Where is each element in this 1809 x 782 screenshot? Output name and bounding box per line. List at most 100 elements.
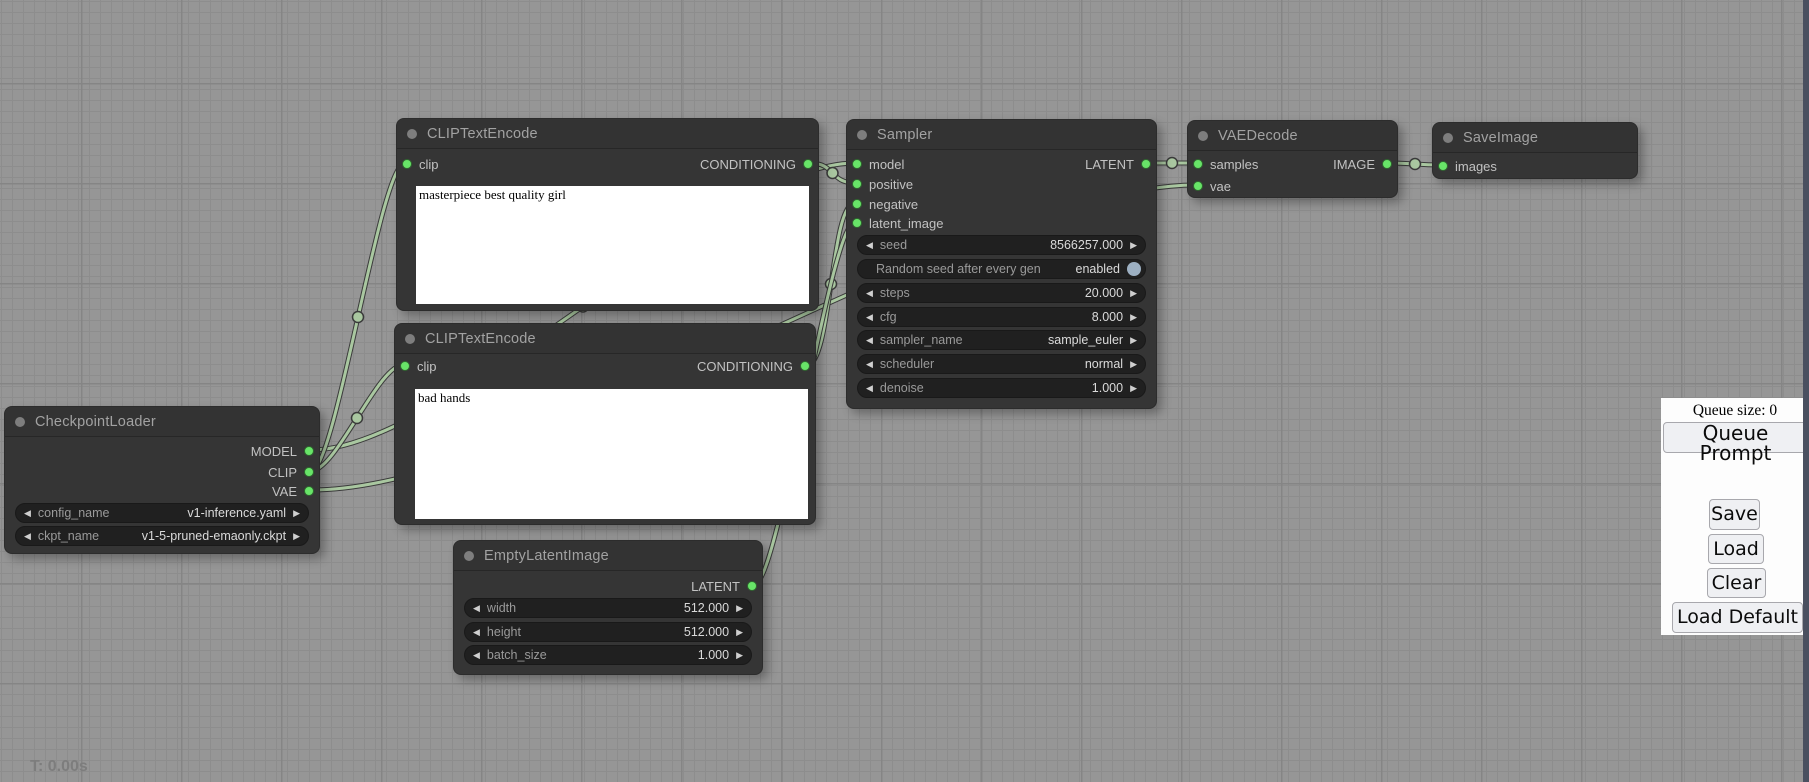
node-clip-text-encode-negative[interactable]: CLIPTextEncodeclip CONDITIONING xyxy=(394,323,816,525)
node-empty-latent-image[interactable]: EmptyLatentImage LATENT◀width512.000▶ ◀hei… xyxy=(453,540,763,675)
increment-arrow-icon[interactable]: ▶ xyxy=(293,532,300,541)
input-port-images[interactable]: images xyxy=(1438,156,1497,176)
widget-cfg[interactable]: ◀cfg8.000▶ xyxy=(857,307,1146,327)
decrement-arrow-icon[interactable]: ◀ xyxy=(24,532,31,541)
decrement-arrow-icon[interactable]: ◀ xyxy=(866,384,873,393)
node-title-bar[interactable]: EmptyLatentImage xyxy=(454,541,762,571)
decrement-arrow-icon[interactable]: ◀ xyxy=(24,509,31,518)
link-midpoint-dot[interactable] xyxy=(352,413,363,424)
widget-width[interactable]: ◀width512.000▶ xyxy=(464,598,752,618)
link-midpoint-dot[interactable] xyxy=(826,279,837,290)
input-port-samples[interactable]: samples xyxy=(1193,154,1258,174)
node-title-bar[interactable]: SaveImage xyxy=(1433,123,1637,153)
collapse-dot-icon[interactable] xyxy=(15,417,25,427)
output-port-clip[interactable]: CLIP xyxy=(268,462,314,482)
input-port-positive[interactable]: positive xyxy=(852,174,913,194)
output-port-vae[interactable]: VAE xyxy=(272,481,314,501)
decrement-arrow-icon[interactable]: ◀ xyxy=(866,336,873,345)
increment-arrow-icon[interactable]: ▶ xyxy=(1130,289,1137,298)
node-title-bar[interactable]: Sampler xyxy=(847,120,1156,150)
decrement-arrow-icon[interactable]: ◀ xyxy=(473,651,480,660)
port-dot-icon[interactable] xyxy=(402,159,412,169)
port-dot-icon[interactable] xyxy=(400,361,410,371)
widget-sampler_name[interactable]: ◀sampler_namesample_euler▶ xyxy=(857,330,1146,350)
port-dot-icon[interactable] xyxy=(852,159,862,169)
widget-scheduler[interactable]: ◀schedulernormal▶ xyxy=(857,354,1146,374)
prompt-textarea[interactable] xyxy=(415,389,808,519)
link-midpoint-dot[interactable] xyxy=(1167,158,1178,169)
link-midpoint-dot[interactable] xyxy=(1410,159,1421,170)
node-vae-decode[interactable]: VAEDecodesamplesvaeIMAGE xyxy=(1187,120,1398,198)
port-dot-icon[interactable] xyxy=(852,199,862,209)
node-sampler[interactable]: Samplermodelpositivenegativelatent_image… xyxy=(846,119,1157,409)
port-dot-icon[interactable] xyxy=(1193,181,1203,191)
increment-arrow-icon[interactable]: ▶ xyxy=(1130,360,1137,369)
clear-button[interactable]: Clear xyxy=(1707,568,1766,598)
input-port-negative[interactable]: negative xyxy=(852,194,918,214)
node-title-bar[interactable]: CLIPTextEncode xyxy=(397,119,818,149)
load-default-button[interactable]: Load Default xyxy=(1672,602,1803,633)
output-port-latent[interactable]: LATENT xyxy=(691,576,757,596)
collapse-dot-icon[interactable] xyxy=(464,551,474,561)
decrement-arrow-icon[interactable]: ◀ xyxy=(866,241,873,250)
collapse-dot-icon[interactable] xyxy=(1198,131,1208,141)
port-dot-icon[interactable] xyxy=(1382,159,1392,169)
increment-arrow-icon[interactable]: ▶ xyxy=(1130,384,1137,393)
input-port-clip[interactable]: clip xyxy=(402,154,439,174)
link-midpoint-dot[interactable] xyxy=(827,168,838,179)
node-save-image[interactable]: SaveImage images xyxy=(1432,122,1638,179)
link-midpoint-dot[interactable] xyxy=(353,312,364,323)
node-graph-canvas[interactable]: { "canvas": { "status_text": "T: 0.00s" … xyxy=(0,0,1809,782)
decrement-arrow-icon[interactable]: ◀ xyxy=(473,604,480,613)
port-dot-icon[interactable] xyxy=(852,218,862,228)
widget-denoise[interactable]: ◀denoise1.000▶ xyxy=(857,378,1146,398)
input-port-latent_image[interactable]: latent_image xyxy=(852,213,943,233)
node-title-bar[interactable]: CheckpointLoader xyxy=(5,407,319,437)
collapse-dot-icon[interactable] xyxy=(857,130,867,140)
collapse-dot-icon[interactable] xyxy=(407,129,417,139)
increment-arrow-icon[interactable]: ▶ xyxy=(1130,336,1137,345)
port-dot-icon[interactable] xyxy=(1193,159,1203,169)
node-clip-text-encode-positive[interactable]: CLIPTextEncode clip CONDITIONING xyxy=(396,118,819,311)
widget-batch_size[interactable]: ◀batch_size1.000▶ xyxy=(464,645,752,665)
port-dot-icon[interactable] xyxy=(747,581,757,591)
increment-arrow-icon[interactable]: ▶ xyxy=(736,628,743,637)
increment-arrow-icon[interactable]: ▶ xyxy=(293,509,300,518)
input-port-clip[interactable]: clip xyxy=(400,356,437,376)
output-port-latent[interactable]: LATENT xyxy=(1085,154,1151,174)
widget-steps[interactable]: ◀steps20.000▶ xyxy=(857,283,1146,303)
port-dot-icon[interactable] xyxy=(1438,161,1448,171)
decrement-arrow-icon[interactable]: ◀ xyxy=(866,289,873,298)
decrement-arrow-icon[interactable]: ◀ xyxy=(866,313,873,322)
node-title-bar[interactable]: CLIPTextEncode xyxy=(395,324,815,354)
increment-arrow-icon[interactable]: ▶ xyxy=(1130,313,1137,322)
increment-arrow-icon[interactable]: ▶ xyxy=(736,604,743,613)
port-dot-icon[interactable] xyxy=(1141,159,1151,169)
node-checkpoint-loader[interactable]: CheckpointLoader MODELCLIPVAE◀config_name… xyxy=(4,406,320,554)
save-button[interactable]: Save xyxy=(1709,499,1760,530)
collapse-dot-icon[interactable] xyxy=(405,334,415,344)
increment-arrow-icon[interactable]: ▶ xyxy=(736,651,743,660)
port-dot-icon[interactable] xyxy=(304,486,314,496)
collapse-dot-icon[interactable] xyxy=(1443,133,1453,143)
port-dot-icon[interactable] xyxy=(852,179,862,189)
toggle-dot-icon[interactable] xyxy=(1127,262,1141,276)
increment-arrow-icon[interactable]: ▶ xyxy=(1130,241,1137,250)
port-dot-icon[interactable] xyxy=(304,446,314,456)
widget-config_name[interactable]: ◀config_namev1-inference.yaml▶ xyxy=(15,503,309,523)
output-port-conditioning[interactable]: CONDITIONING xyxy=(700,154,813,174)
output-port-image[interactable]: IMAGE xyxy=(1333,154,1392,174)
widget-seed[interactable]: ◀seed8566257.000▶ xyxy=(857,235,1146,255)
output-port-model[interactable]: MODEL xyxy=(251,441,314,461)
port-dot-icon[interactable] xyxy=(803,159,813,169)
decrement-arrow-icon[interactable]: ◀ xyxy=(866,360,873,369)
input-port-vae[interactable]: vae xyxy=(1193,176,1231,196)
port-dot-icon[interactable] xyxy=(800,361,810,371)
port-dot-icon[interactable] xyxy=(304,467,314,477)
widget-ckpt_name[interactable]: ◀ckpt_namev1-5-pruned-emaonly.ckpt▶ xyxy=(15,526,309,546)
decrement-arrow-icon[interactable]: ◀ xyxy=(473,628,480,637)
widget-height[interactable]: ◀height512.000▶ xyxy=(464,622,752,642)
prompt-textarea[interactable] xyxy=(416,186,809,304)
widget-random-seed-after-every-gen[interactable]: Random seed after every genenabled xyxy=(857,259,1146,279)
output-port-conditioning[interactable]: CONDITIONING xyxy=(697,356,810,376)
